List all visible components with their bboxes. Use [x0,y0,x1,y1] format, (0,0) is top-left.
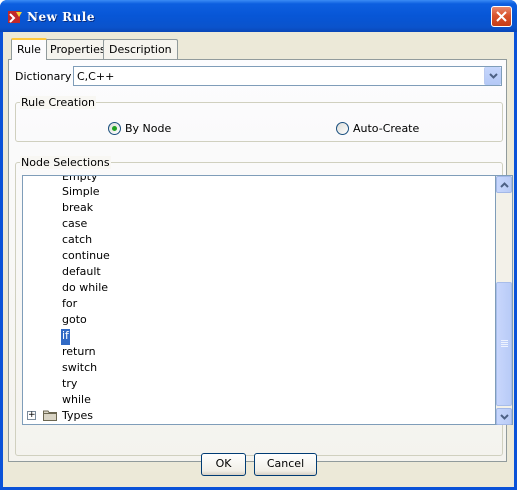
tree-folder-types[interactable]: Types [61,409,94,424]
tab-rule[interactable]: Rule [11,38,47,60]
tab-description[interactable]: Description [103,39,178,59]
grip-line [501,344,508,345]
tree-item[interactable]: catch [61,233,93,249]
close-icon [496,11,507,22]
radio-selected-dot [112,126,117,131]
node-selections-title: Node Selections [20,156,111,169]
tree-item[interactable]: try [61,377,78,393]
window-title: New Rule [27,10,96,24]
chevron-up-icon [500,182,509,188]
tree-item[interactable]: break [61,201,94,217]
tree-scrollbar[interactable] [496,175,513,425]
scroll-thumb[interactable] [496,282,512,406]
node-tree[interactable]: Empty Simple break case catch continue d… [22,175,496,425]
node-selections-group: Node Selections Empty Simple break case … [15,156,513,456]
dropdown-button[interactable] [484,67,501,85]
tab-label: Properties [50,43,106,56]
expand-toggle[interactable]: + [27,411,36,420]
dialog-client: Rule Properties Description Dictionary C… [3,32,514,487]
scroll-down-button[interactable] [496,408,512,425]
auto-create-label[interactable]: Auto-Create [353,122,419,135]
tree-item[interactable]: default [61,265,102,281]
rule-tab-panel: Dictionary C,C++ Rule Creation By Node A… [8,59,513,462]
chevron-down-icon [500,414,509,420]
scroll-up-button[interactable] [496,176,512,193]
tab-properties[interactable]: Properties [44,39,112,59]
tree-item[interactable]: do while [61,281,109,297]
rule-creation-group: Rule Creation By Node Auto-Create [15,96,503,142]
folder-icon [43,409,57,424]
tree-item-selected[interactable]: if [61,329,70,345]
ok-button[interactable]: OK [201,453,246,476]
grip-line [501,340,508,341]
tree-item[interactable]: for [61,297,78,313]
by-node-radio[interactable] [108,122,121,135]
close-button[interactable] [491,6,512,27]
tree-item[interactable]: Simple [61,185,101,201]
dictionary-value: C,C++ [77,70,115,83]
tree-item[interactable]: goto [61,313,88,329]
tree-item[interactable]: continue [61,249,111,265]
tree-item[interactable]: return [61,345,97,361]
tree-item[interactable]: while [61,393,92,409]
tab-label: Rule [17,43,41,56]
grip-line [501,346,508,347]
tree-item[interactable]: case [61,217,88,233]
chevron-down-icon [489,73,498,79]
dictionary-select[interactable]: C,C++ [73,66,502,86]
title-bar[interactable]: New Rule [0,0,517,32]
cancel-button[interactable]: Cancel [254,453,317,476]
dialog-window: New Rule Rule Properties Description Dic… [0,0,517,490]
rule-creation-title: Rule Creation [20,96,96,109]
by-node-label[interactable]: By Node [125,122,171,135]
app-icon [7,9,23,25]
tree-item[interactable]: switch [61,361,98,377]
auto-create-radio[interactable] [336,122,349,135]
dictionary-label: Dictionary [15,70,72,83]
grip-line [501,342,508,343]
tab-label: Description [109,43,172,56]
